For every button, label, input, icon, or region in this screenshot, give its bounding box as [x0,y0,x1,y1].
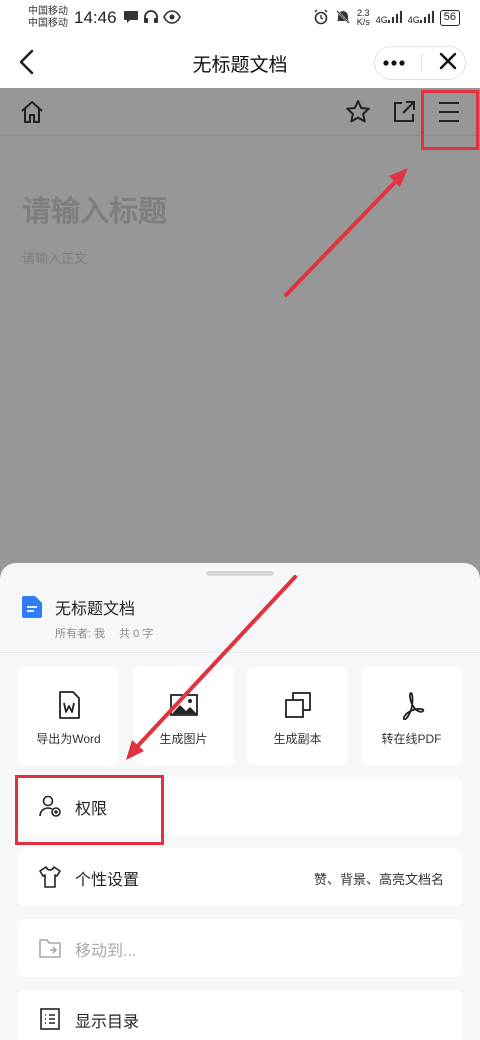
action-label: 生成图片 [159,732,208,746]
net-speed-unit: K/s [356,17,370,27]
mini-program-capsule [374,46,466,80]
make-copy-button[interactable]: 生成副本 [247,666,348,766]
clock: 14:46 [74,8,117,27]
headphone-icon [143,9,159,27]
signal-1: 4G [376,11,402,25]
message-icon [123,10,139,27]
carrier-info: 中国移动 中国移动 [28,6,68,30]
personal-settings-row[interactable]: 个性设置 赞、背景、高亮文档名 [18,848,462,906]
more-dots-icon[interactable] [383,54,405,72]
menu-label: 个性设置 [75,872,140,889]
owner-text: 所有者: 我 [55,628,106,640]
mute-icon [335,9,351,28]
sheet-header: 无标题文档 所有者: 我 共 0 字 [0,563,480,653]
status-bar: 中国移动 中国移动 14:46 2.3 K/s 4G 4G 56 [0,0,480,36]
generate-image-button[interactable]: 生成图片 [133,666,234,766]
move-to-row[interactable]: 移动到... [18,919,462,977]
capsule-divider [421,54,423,72]
menu-hint: 赞、背景、高亮文档名 [313,872,444,887]
word-count-text: 共 0 字 [119,628,154,640]
title-bar: 无标题文档 [0,36,480,88]
sheet-doc-name: 无标题文档 [55,601,136,618]
body-placeholder[interactable]: 请输入正文 [22,248,87,267]
menu-label: 移动到... [75,943,137,960]
network-type-2: 4G [407,15,420,25]
toc-list-icon [38,1007,62,1031]
close-icon[interactable] [439,52,457,75]
eye-icon [162,9,181,27]
annotation-highlight-permission [15,775,164,845]
shirt-icon [38,865,62,889]
folder-move-icon [38,936,62,960]
document-icon [22,596,42,618]
action-label: 转在线PDF [381,732,442,746]
star-icon[interactable] [344,98,372,126]
pdf-icon [397,690,427,721]
share-external-icon[interactable] [390,98,418,126]
word-export-icon [54,690,84,720]
image-icon [169,690,199,720]
alarm-icon [313,9,329,28]
editor-toolbar [0,88,480,136]
show-toc-row[interactable]: 显示目录 [18,990,462,1040]
network-type-1: 4G [375,15,388,25]
home-icon[interactable] [18,98,46,126]
convert-pdf-button[interactable]: 转在线PDF [361,666,462,766]
signal-2: 4G [408,11,434,25]
carrier-1: 中国移动 [28,6,68,17]
net-speed: 2.3 K/s [357,9,370,27]
action-label: 生成副本 [273,732,322,746]
export-word-button[interactable]: 导出为Word [18,666,119,766]
battery-indicator: 56 [439,10,460,26]
annotation-highlight-menu [421,90,479,150]
action-label: 导出为Word [36,732,101,746]
carrier-2: 中国移动 [28,18,68,29]
copy-icon [283,690,313,720]
title-placeholder[interactable]: 请输入标题 [22,188,167,230]
menu-label: 显示目录 [75,1014,140,1031]
doc-meta: 所有者: 我 共 0 字 [55,625,153,641]
